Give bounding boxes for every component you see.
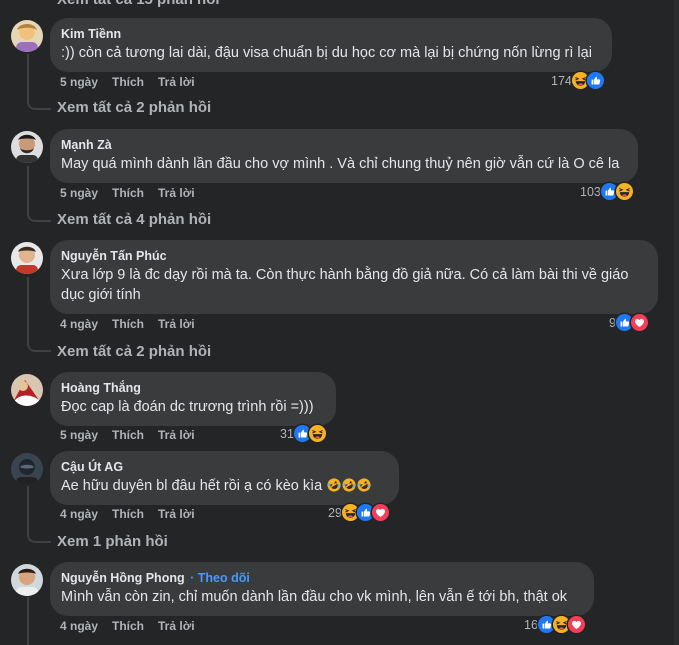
avatar[interactable] bbox=[11, 374, 43, 406]
author-name[interactable]: Mạnh Zà bbox=[61, 137, 626, 153]
comment-time[interactable]: 4 ngày bbox=[60, 507, 98, 521]
thread-line bbox=[27, 277, 29, 343]
comment-bubble: Nguyễn Tấn Phúc Xưa lớp 9 là đc dạy rồi … bbox=[50, 240, 658, 314]
reply-connector bbox=[27, 212, 51, 222]
haha-reaction-icon bbox=[616, 183, 633, 200]
reaction-count: 31 bbox=[280, 426, 294, 441]
comment-time[interactable]: 5 ngày bbox=[60, 428, 98, 442]
reply-button[interactable]: Trả lời bbox=[158, 619, 195, 633]
comment-text-line: Xưa lớp 9 là đc dạy rồi mà ta. Còn thực … bbox=[61, 267, 629, 283]
comment-bubble: Mạnh Zà May quá mình dành lần đầu cho vợ… bbox=[50, 129, 638, 183]
like-reaction-icon bbox=[587, 72, 604, 89]
like-button[interactable]: Thích bbox=[112, 428, 144, 442]
reaction-count: 9 bbox=[609, 315, 616, 330]
thread-line bbox=[27, 597, 29, 645]
haha-reaction-icon bbox=[309, 425, 326, 442]
avatar[interactable] bbox=[11, 131, 43, 163]
scrollbar[interactable] bbox=[674, 0, 679, 645]
comment-text: Xưa lớp 9 là đc dạy rồi mà ta. Còn thực … bbox=[61, 265, 646, 305]
partial-view-replies-link[interactable]: Xem tất cả 15 phản hồi bbox=[57, 0, 220, 8]
comment-time[interactable]: 4 ngày bbox=[60, 619, 98, 633]
follow-label: Theo dõi bbox=[197, 571, 250, 585]
thread-line bbox=[27, 486, 29, 534]
avatar[interactable] bbox=[11, 242, 43, 274]
comment-time[interactable]: 4 ngày bbox=[60, 317, 98, 331]
reply-button[interactable]: Trả lời bbox=[158, 507, 195, 521]
like-button[interactable]: Thích bbox=[112, 317, 144, 331]
like-button[interactable]: Thích bbox=[112, 75, 144, 89]
reply-connector bbox=[27, 100, 51, 110]
comment-bubble: Cậu Út AG Ae hữu duyên bl đâu hết rồi ạ … bbox=[50, 451, 399, 505]
reply-connector bbox=[27, 342, 51, 352]
comment-bubble: Nguyễn Hồng Phong · Theo dõi Mình vẫn cò… bbox=[50, 562, 594, 616]
comment-actions: 4 ngày Thích Trả lời bbox=[60, 317, 209, 331]
reaction-summary[interactable]: 9 bbox=[609, 314, 648, 331]
comment-time[interactable]: 5 ngày bbox=[60, 75, 98, 89]
comment-text: Mình vẫn còn zin, chỉ muốn dành lần đầu … bbox=[61, 589, 568, 605]
like-button[interactable]: Thích bbox=[112, 507, 144, 521]
like-button[interactable]: Thích bbox=[112, 619, 144, 633]
comment-text: May quá mình dành lần đầu cho vợ mình . … bbox=[61, 156, 620, 172]
comment-text-line: dục giới tính bbox=[61, 287, 141, 303]
author-name-row: Nguyễn Hồng Phong · Theo dõi bbox=[61, 570, 582, 586]
comment-bubble: Hoàng Thắng Đọc cap là đoán dc trương tr… bbox=[50, 372, 336, 426]
comment-actions: 4 ngày Thích Trả lời bbox=[60, 619, 209, 633]
avatar[interactable] bbox=[11, 453, 43, 485]
comment-actions: 4 ngày Thích Trả lời bbox=[60, 507, 209, 521]
follow-button[interactable]: · Theo dõi bbox=[190, 571, 250, 585]
reaction-summary[interactable]: 103 bbox=[580, 183, 633, 200]
avatar[interactable] bbox=[11, 564, 43, 596]
comment-text: Đọc cap là đoán dc trương trình rồi =))) bbox=[61, 399, 314, 415]
reaction-summary[interactable]: 16 bbox=[524, 616, 585, 633]
reply-button[interactable]: Trả lời bbox=[158, 75, 195, 89]
rofl-emoji-icon bbox=[342, 478, 356, 492]
author-name[interactable]: Nguyễn Hồng Phong bbox=[61, 571, 185, 585]
reply-button[interactable]: Trả lời bbox=[158, 317, 195, 331]
reply-button[interactable]: Trả lời bbox=[158, 428, 195, 442]
reaction-summary[interactable]: 174 bbox=[551, 72, 604, 89]
love-reaction-icon bbox=[631, 314, 648, 331]
reaction-summary[interactable]: 31 bbox=[280, 425, 326, 442]
comment-actions: 5 ngày Thích Trả lời bbox=[60, 428, 209, 442]
view-replies-link[interactable]: Xem tất cả 2 phản hồi bbox=[57, 343, 211, 360]
author-name[interactable]: Hoàng Thắng bbox=[61, 380, 324, 396]
reaction-summary[interactable]: 29 bbox=[328, 504, 389, 521]
avatar[interactable] bbox=[11, 20, 43, 52]
thread-line bbox=[27, 166, 29, 214]
view-replies-link[interactable]: Xem tất cả 4 phản hồi bbox=[57, 211, 211, 228]
reply-button[interactable]: Trả lời bbox=[158, 186, 195, 200]
comment-actions: 5 ngày Thích Trả lời bbox=[60, 186, 209, 200]
rofl-emoji-icon bbox=[357, 478, 371, 492]
author-name[interactable]: Cậu Út AG bbox=[61, 459, 387, 475]
thread-line bbox=[27, 54, 29, 102]
comment-text: Ae hữu duyên bl đâu hết rồi ạ có kèo kìa bbox=[61, 476, 387, 496]
comment-text-content: Ae hữu duyên bl đâu hết rồi ạ có kèo kìa bbox=[61, 478, 323, 494]
comment-bubble: Kim Tiềnn :)) còn cả tương lai dài, đậu … bbox=[50, 18, 612, 72]
comment-text: :)) còn cả tương lai dài, đậu visa chuẩn… bbox=[61, 45, 592, 61]
love-reaction-icon bbox=[372, 504, 389, 521]
reaction-count: 29 bbox=[328, 505, 342, 520]
author-name[interactable]: Kim Tiềnn bbox=[61, 26, 600, 42]
love-reaction-icon bbox=[568, 616, 585, 633]
reaction-count: 16 bbox=[524, 617, 538, 632]
like-button[interactable]: Thích bbox=[112, 186, 144, 200]
reply-connector bbox=[27, 533, 51, 543]
author-name[interactable]: Nguyễn Tấn Phúc bbox=[61, 248, 646, 264]
view-replies-link[interactable]: Xem tất cả 2 phản hồi bbox=[57, 99, 211, 116]
reaction-count: 174 bbox=[551, 73, 572, 88]
rofl-emoji-icon bbox=[327, 478, 341, 492]
reaction-count: 103 bbox=[580, 184, 601, 199]
view-replies-link[interactable]: Xem 1 phản hồi bbox=[57, 533, 168, 550]
comment-time[interactable]: 5 ngày bbox=[60, 186, 98, 200]
comment-actions: 5 ngày Thích Trả lời bbox=[60, 75, 209, 89]
